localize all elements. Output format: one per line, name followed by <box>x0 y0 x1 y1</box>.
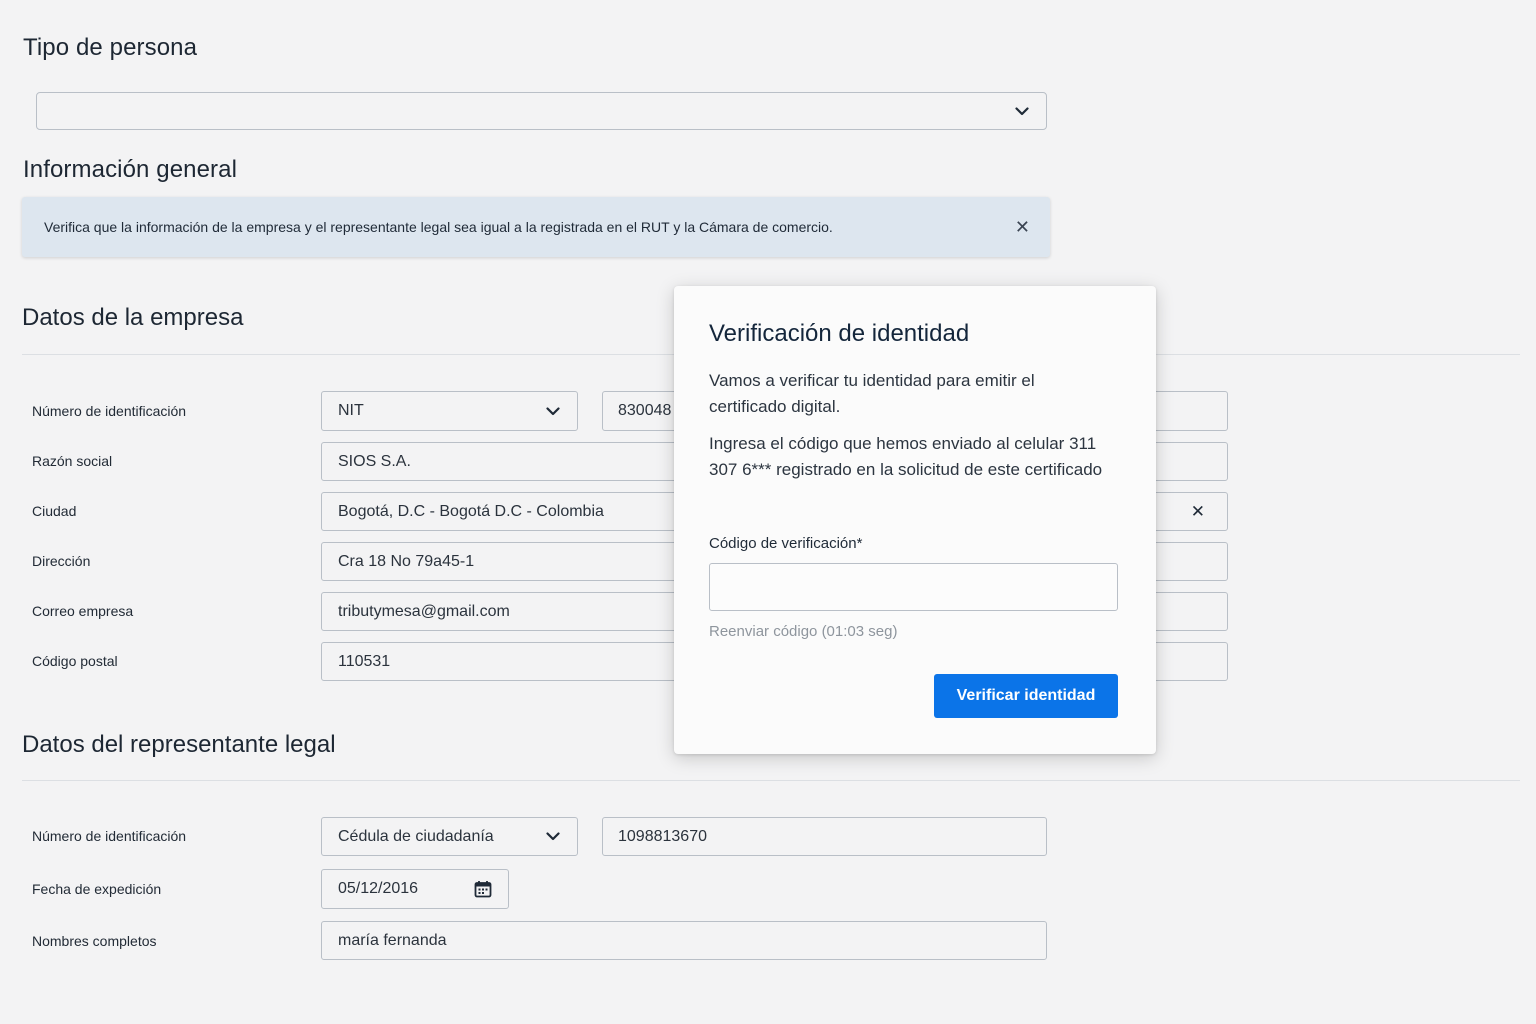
modal-paragraph-intro: Vamos a verificar tu identidad para emit… <box>709 371 1035 416</box>
chevron-down-icon <box>545 403 561 419</box>
ciudad-label: Ciudad <box>32 503 77 519</box>
rep-id-number-value: 1098813670 <box>618 827 707 845</box>
resend-code-link[interactable]: Reenviar código (01:03 seg) <box>709 623 897 640</box>
razon-social-label: Razón social <box>32 453 113 469</box>
nombres-label: Nombres completos <box>32 933 157 949</box>
modal-title: Verificación de identidad <box>709 320 970 347</box>
empresa-heading: Datos de la empresa <box>22 304 244 331</box>
empresa-id-type-select[interactable]: NIT <box>321 391 578 431</box>
info-alert: Verifica que la información de la empres… <box>22 197 1050 257</box>
tipo-persona-select[interactable] <box>36 92 1047 130</box>
tipo-persona-heading: Tipo de persona <box>23 34 198 61</box>
rep-id-type-value: Cédula de ciudadanía <box>338 827 494 845</box>
representante-divider <box>22 780 1520 781</box>
info-general-heading: Información general <box>23 156 238 183</box>
nombres-value: maría fernanda <box>338 931 447 949</box>
fecha-value: 05/12/2016 <box>338 880 419 897</box>
verify-identity-button[interactable]: Verificar identidad <box>934 674 1118 718</box>
empresa-id-type-value: NIT <box>338 402 364 419</box>
verification-modal: Verificación de identidad Vamos a verifi… <box>674 286 1156 754</box>
calendar-icon[interactable] <box>474 880 492 898</box>
code-field-label: Código de verificación* <box>709 535 863 552</box>
direccion-label: Dirección <box>32 553 91 569</box>
verification-code-input[interactable] <box>709 563 1118 611</box>
rep-id-label: Número de identificación <box>32 828 187 844</box>
fecha-input[interactable]: 05/12/2016 <box>321 869 509 909</box>
postal-label: Código postal <box>32 653 118 669</box>
rep-id-number-input[interactable]: 1098813670 <box>602 817 1047 856</box>
rep-id-type-select[interactable]: Cédula de ciudadanía <box>321 817 578 856</box>
empresa-id-label: Número de identificación <box>32 403 187 419</box>
modal-paragraph-instructions: Ingresa el código que hemos enviado al c… <box>709 434 1103 479</box>
representante-heading: Datos del representante legal <box>22 731 336 758</box>
info-alert-text: Verifica que la información de la empres… <box>44 219 833 235</box>
close-icon[interactable]: ✕ <box>1015 217 1030 238</box>
correo-label: Correo empresa <box>32 603 134 619</box>
chevron-down-icon <box>1014 103 1030 119</box>
clear-icon[interactable]: ✕ <box>1191 502 1205 522</box>
nombres-input[interactable]: maría fernanda <box>321 921 1047 960</box>
fecha-label: Fecha de expedición <box>32 881 162 897</box>
chevron-down-icon <box>545 829 561 845</box>
